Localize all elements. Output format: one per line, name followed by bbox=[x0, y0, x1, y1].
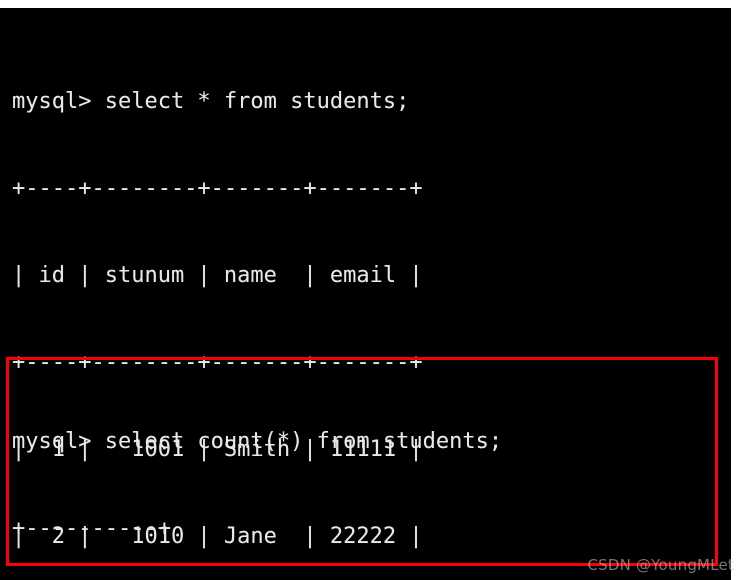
terminal-bottom-fill bbox=[0, 574, 731, 580]
terminal-line: mysql> select count(*) from students; bbox=[12, 429, 503, 454]
terminal-line: +----------+ bbox=[12, 516, 171, 541]
terminal-line: mysql> select * from students; bbox=[12, 89, 410, 114]
terminal-window[interactable]: mysql> select * from students; +----+---… bbox=[0, 8, 731, 580]
terminal-line: +----+--------+-------+-------+ bbox=[12, 176, 423, 201]
terminal-line: | id | stunum | name | email | bbox=[12, 263, 423, 288]
watermark-label: CSDN @YoungMLet bbox=[587, 556, 734, 574]
query-block-count: mysql> select count(*) from students; +-… bbox=[12, 369, 502, 580]
